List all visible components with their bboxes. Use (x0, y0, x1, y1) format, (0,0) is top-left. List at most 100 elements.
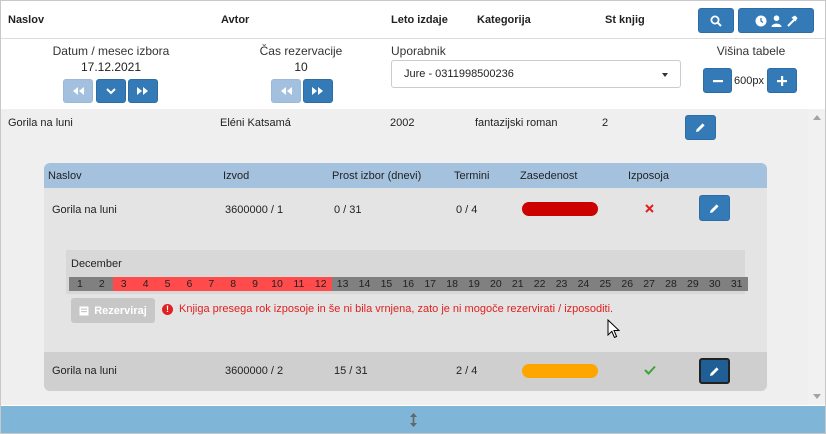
user-icon (771, 14, 781, 27)
calendar-day[interactable]: 20 (484, 277, 507, 291)
calendar-day[interactable]: 12 (309, 277, 332, 291)
x-icon (645, 204, 654, 213)
next-month-button[interactable] (128, 79, 158, 103)
calendar-day[interactable]: 7 (200, 277, 223, 291)
edit-copy-button[interactable] (699, 358, 730, 384)
copy-terms: 2 / 4 (456, 365, 478, 377)
calendar-day[interactable]: 1 (69, 277, 91, 291)
calendar-day[interactable]: 9 (244, 277, 267, 291)
calendar-day[interactable]: 31 (725, 277, 748, 291)
calendar-day[interactable]: 16 (397, 277, 420, 291)
pencil-icon (710, 203, 719, 213)
book-category: fantazijski roman (475, 117, 558, 129)
double-right-icon (312, 87, 323, 95)
calendar-day[interactable]: 18 (441, 277, 464, 291)
book-title: Gorila na luni (8, 117, 73, 129)
pencil-icon (696, 123, 705, 132)
col-izvod: Izvod (223, 170, 250, 182)
col-st-knjig[interactable]: St knjig (605, 14, 645, 26)
calendar-day[interactable]: 29 (681, 277, 704, 291)
col-naslov: Naslov (48, 170, 82, 182)
user-select[interactable]: Jure - 0311998500236 (391, 60, 681, 88)
calendar-day[interactable]: 22 (528, 277, 551, 291)
controls-panel: Datum / mesec izbora 17.12.2021 Čas reze… (1, 40, 825, 108)
time-label: Čas rezervacije (259, 44, 343, 58)
book-icon (79, 306, 89, 315)
calendar-day[interactable]: 25 (594, 277, 617, 291)
warning-text: Knjiga presega rok izposoje in še ni bil… (179, 303, 614, 315)
book-author: Eléni Katsamá (220, 117, 291, 129)
calendar-day[interactable]: 27 (638, 277, 661, 291)
calendar-day[interactable]: 28 (660, 277, 682, 291)
edit-book-button[interactable] (685, 115, 716, 140)
copy-title: Gorila na luni (52, 204, 117, 216)
history-button[interactable] (738, 8, 814, 33)
calendar-day[interactable]: 11 (287, 277, 310, 291)
calendar-day[interactable]: 14 (353, 277, 376, 291)
user-label: Uporabnik (391, 44, 446, 58)
copy-terms: 0 / 4 (456, 204, 478, 216)
book-year: 2002 (390, 117, 415, 129)
minus-icon (712, 79, 723, 82)
next-time-button[interactable] (303, 79, 333, 103)
calendar-day[interactable]: 19 (463, 277, 485, 291)
vertical-scrollbar[interactable] (808, 109, 825, 405)
month-dropdown-button[interactable] (96, 79, 126, 103)
calendar-month: December (71, 258, 122, 270)
double-left-icon (281, 87, 292, 95)
calendar-day[interactable]: 10 (266, 277, 288, 291)
col-naslov[interactable]: Naslov (8, 14, 44, 26)
scroll-down-icon[interactable] (813, 394, 821, 399)
date-label: Datum / mesec izbora (52, 44, 170, 58)
col-avtor[interactable]: Avtor (221, 14, 249, 26)
book-count: 2 (602, 117, 609, 129)
check-icon (644, 365, 656, 375)
prev-time-button[interactable] (271, 79, 301, 103)
calendar-day[interactable]: 26 (616, 277, 639, 291)
calendar-day[interactable]: 8 (222, 277, 245, 291)
calendar-day[interactable]: 21 (506, 277, 529, 291)
double-right-icon (137, 87, 148, 95)
calendar-day[interactable]: 30 (703, 277, 726, 291)
calendar-day[interactable]: 23 (550, 277, 573, 291)
height-label: Višina tabele (716, 44, 786, 58)
hammer-icon (786, 15, 797, 27)
calendar-day[interactable]: 13 (331, 277, 354, 291)
plus-icon (777, 75, 787, 86)
edit-copy-button[interactable] (699, 195, 730, 221)
time-value: 10 (294, 60, 308, 74)
calendar-day[interactable]: 6 (178, 277, 201, 291)
table-header: Naslov Avtor Leto izdaje Kategorija St k… (1, 1, 825, 39)
calendar-day[interactable]: 3 (112, 277, 135, 291)
copies-table: Naslov Izvod Prost izbor (dnevi) Termini… (44, 163, 767, 391)
col-kategorija[interactable]: Kategorija (477, 14, 531, 26)
scroll-up-icon[interactable] (813, 115, 821, 120)
resize-handle[interactable] (1, 406, 825, 433)
caret-down-icon (662, 73, 668, 77)
calendar-day[interactable]: 5 (156, 277, 179, 291)
calendar-day[interactable]: 17 (419, 277, 442, 291)
occupancy-bar (522, 364, 598, 378)
chevron-down-icon (106, 87, 116, 94)
reserve-button[interactable]: Rezerviraj (71, 298, 155, 323)
resize-vertical-icon (410, 413, 417, 427)
calendar-day[interactable]: 2 (90, 277, 113, 291)
calendar-day[interactable]: 24 (572, 277, 595, 291)
col-leto-izdaje[interactable]: Leto izdaje (391, 14, 448, 26)
user-select-value: Jure - 0311998500236 (404, 68, 514, 80)
copy-id: 3600000 / 1 (225, 204, 284, 216)
book-list: Gorila na luni Eléni Katsamá 2002 fantaz… (1, 109, 808, 405)
search-button[interactable] (698, 8, 734, 33)
copy-free-days: 15 / 31 (334, 365, 368, 377)
prev-month-button[interactable] (63, 79, 93, 103)
calendar-day[interactable]: 4 (134, 277, 157, 291)
decrease-height-button[interactable] (703, 68, 732, 93)
copy-row: Gorila na luni 3600000 / 2 15 / 31 2 / 4 (44, 352, 767, 391)
pencil-icon (710, 366, 719, 376)
col-izposoja: Izposoja (628, 170, 669, 182)
reserve-warning: ! Knjiga presega rok izposoje in še ni b… (162, 303, 613, 315)
clock-icon (755, 15, 766, 26)
increase-height-button[interactable] (767, 68, 797, 93)
library-app: Naslov Avtor Leto izdaje Kategorija St k… (0, 0, 826, 434)
calendar-day[interactable]: 15 (375, 277, 398, 291)
